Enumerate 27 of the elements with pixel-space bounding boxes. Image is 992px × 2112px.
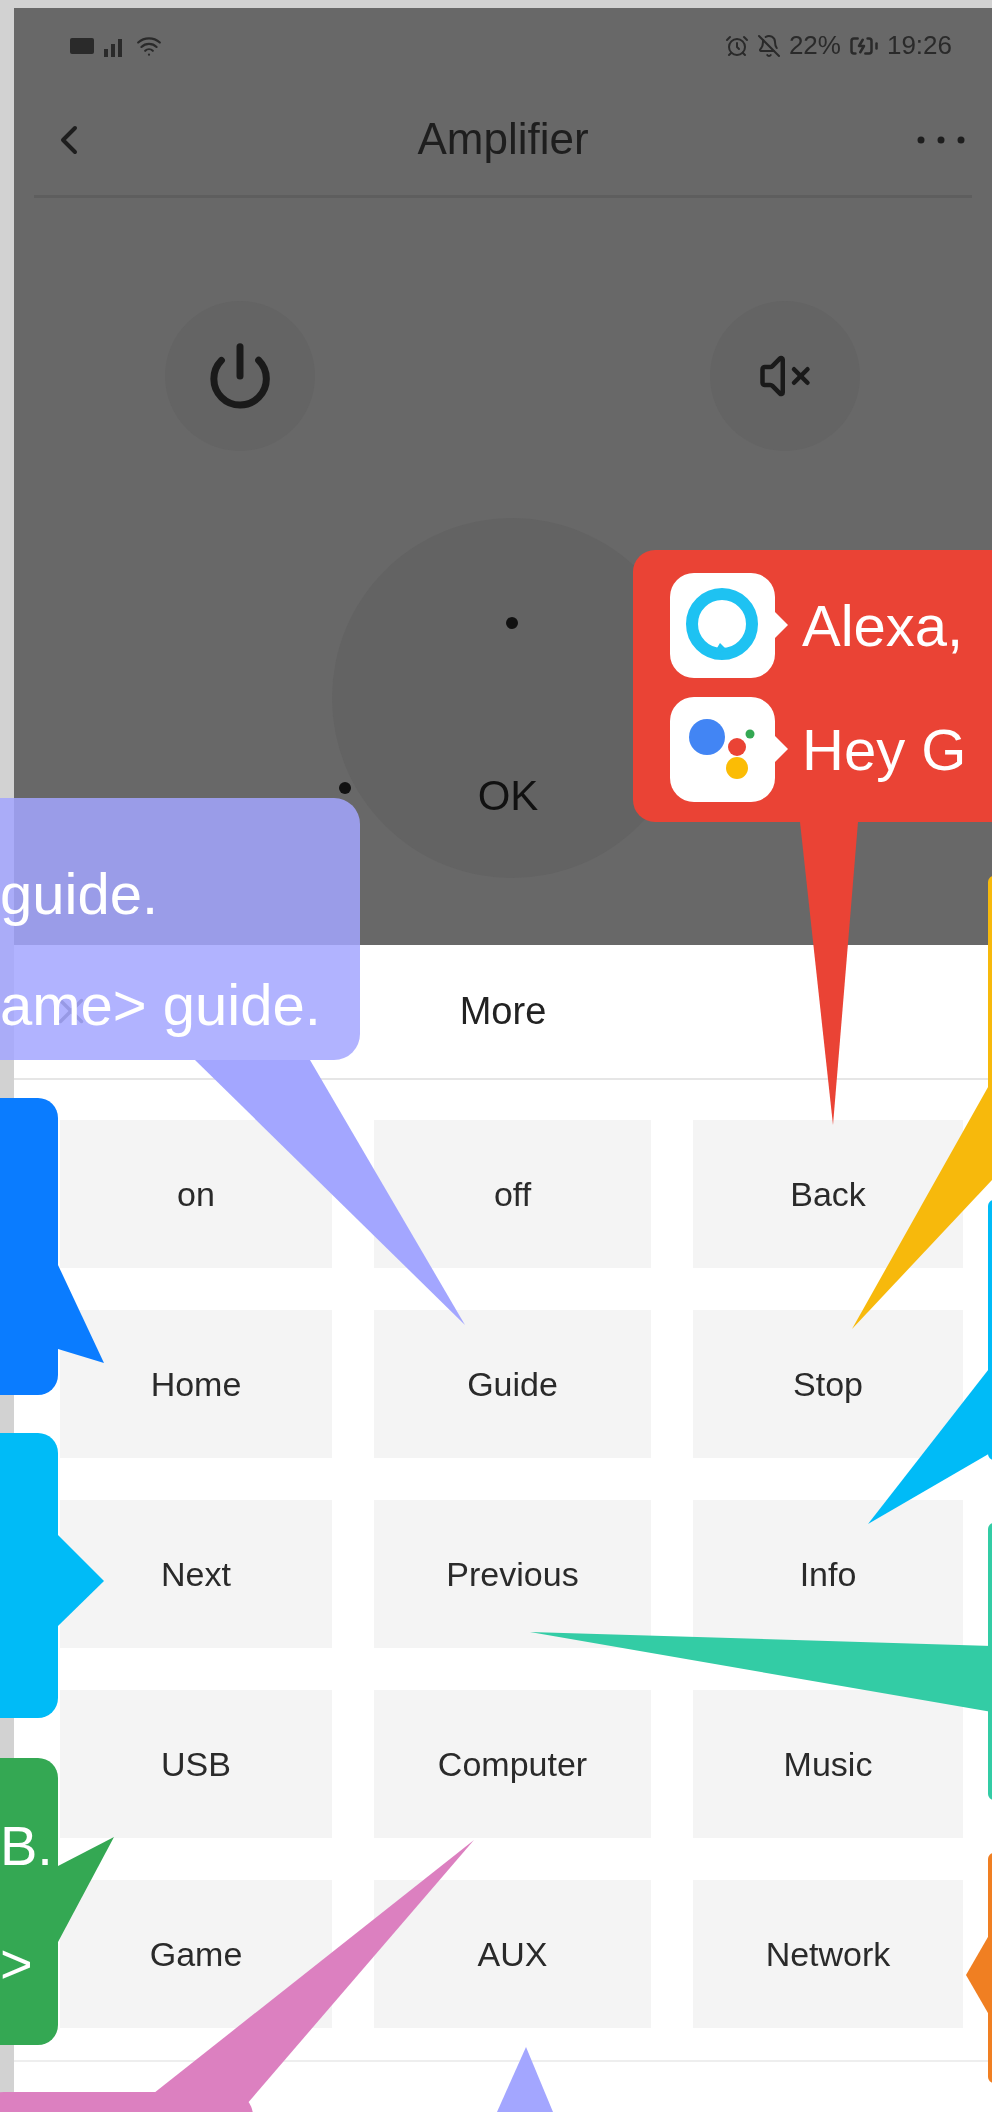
battery-percent: 22% (788, 29, 841, 62)
remote-key-button[interactable]: Back (693, 1120, 963, 1268)
ok-label: OK (476, 771, 540, 821)
remote-key-button[interactable]: Network (693, 1880, 963, 2028)
callout-text: ame> guide. (0, 971, 321, 1039)
callout-text: guide. (0, 860, 159, 928)
alarm-icon (724, 33, 749, 58)
remote-key-button[interactable]: Guide (374, 1310, 651, 1458)
callout-text: Alexa, (802, 592, 964, 660)
remote-key-button[interactable]: Home (60, 1310, 332, 1458)
remote-key-button[interactable]: Music (693, 1690, 963, 1838)
more-options-icon[interactable] (916, 135, 966, 145)
remote-key-button[interactable]: Stop (693, 1310, 963, 1458)
remote-key-button[interactable]: USB (60, 1690, 332, 1838)
remote-key-button[interactable]: Previous (374, 1500, 651, 1648)
bell-off-icon (756, 33, 781, 58)
screen-title: Amplifier (417, 113, 589, 165)
callout-text: > (0, 1930, 33, 1997)
remote-key-button[interactable]: AUX (374, 1880, 651, 2028)
callout-text: B. (0, 1812, 53, 1879)
remote-key-button[interactable]: Next (60, 1500, 332, 1648)
remote-key-button[interactable]: Computer (374, 1690, 651, 1838)
clock-time: 19:26 (886, 29, 952, 62)
sheet-title: More (459, 989, 547, 1034)
remote-key-button[interactable]: off (374, 1120, 651, 1268)
remote-key-button[interactable]: on (60, 1120, 332, 1268)
callout-text: Hey G (802, 716, 967, 784)
